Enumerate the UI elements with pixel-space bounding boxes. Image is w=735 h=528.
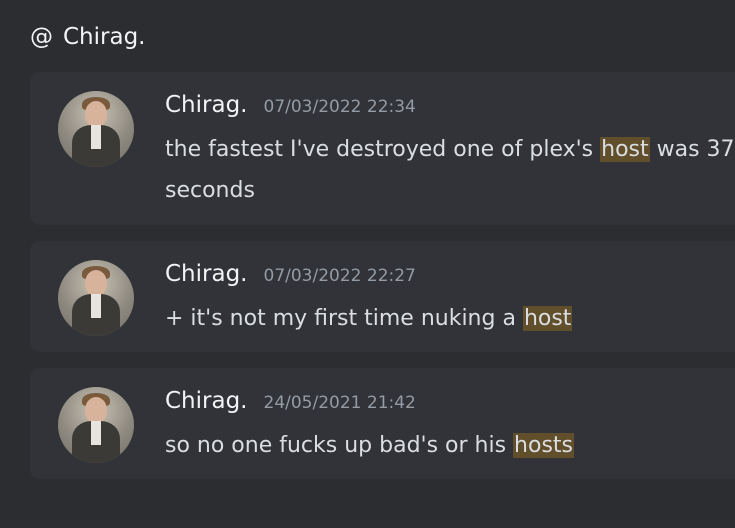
message-content: the fastest I've destroyed one of plex's… xyxy=(165,129,735,211)
message-text: the fastest I've destroyed one of plex's xyxy=(165,137,601,162)
author-name[interactable]: Chirag. xyxy=(165,92,248,118)
message-timestamp: 07/03/2022 22:27 xyxy=(263,266,416,286)
search-header: @ Chirag. xyxy=(30,24,146,50)
message-text: so no one fucks up bad's or his xyxy=(165,433,514,458)
author-name[interactable]: Chirag. xyxy=(165,388,248,414)
search-highlight: host xyxy=(522,306,573,331)
message-meta: Chirag. 07/03/2022 22:27 xyxy=(165,261,416,287)
message-meta: Chirag. 24/05/2021 21:42 xyxy=(165,388,416,414)
author-name[interactable]: Chirag. xyxy=(165,261,248,287)
at-icon: @ xyxy=(30,24,53,50)
message-content: + it's not my first time nuking a host xyxy=(165,298,735,339)
message-text: + it's not my first time nuking a xyxy=(165,306,523,331)
message-timestamp: 07/03/2022 22:34 xyxy=(263,97,416,117)
search-result-message[interactable]: Chirag. 07/03/2022 22:34 the fastest I'v… xyxy=(30,72,735,225)
search-result-message[interactable]: Chirag. 07/03/2022 22:27 + it's not my f… xyxy=(30,241,735,352)
avatar[interactable] xyxy=(58,91,134,167)
search-result-message[interactable]: Chirag. 24/05/2021 21:42 so no one fucks… xyxy=(30,368,735,479)
message-timestamp: 24/05/2021 21:42 xyxy=(263,393,416,413)
message-meta: Chirag. 07/03/2022 22:34 xyxy=(165,92,416,118)
message-content: so no one fucks up bad's or his hosts xyxy=(165,425,735,466)
avatar[interactable] xyxy=(58,260,134,336)
search-highlight: hosts xyxy=(513,433,574,458)
search-title: Chirag. xyxy=(63,24,146,50)
search-highlight: host xyxy=(600,137,650,162)
avatar[interactable] xyxy=(58,387,134,463)
